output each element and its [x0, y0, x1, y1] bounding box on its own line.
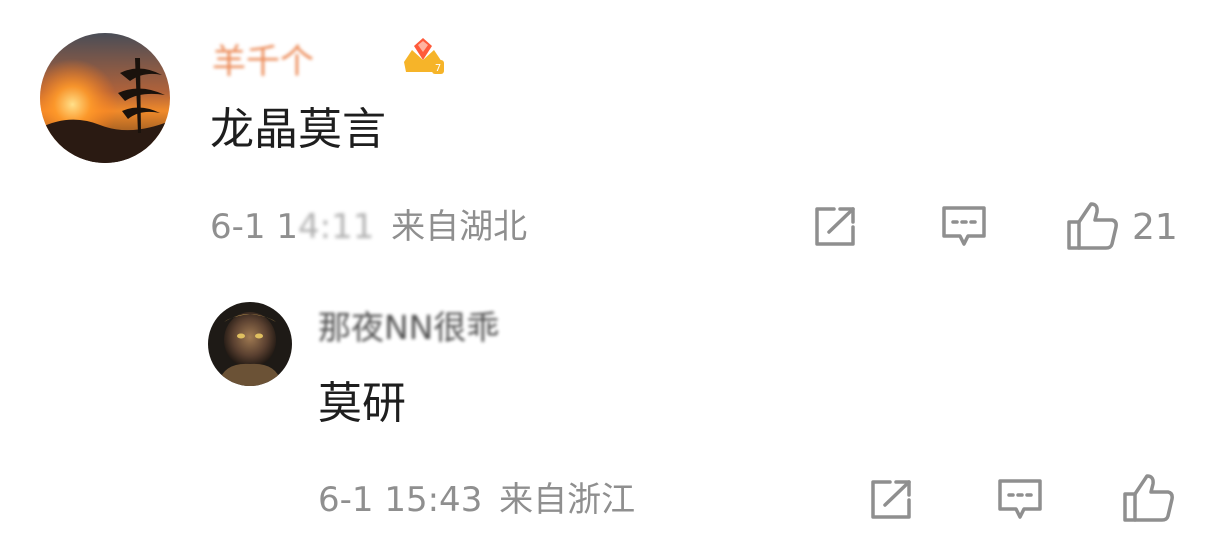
like-button[interactable] — [1122, 472, 1176, 528]
comment-time-obscured: 4:11 — [297, 207, 375, 247]
svg-text:7: 7 — [435, 63, 441, 74]
avatar[interactable] — [40, 33, 170, 163]
comment-text: 龙晶莫言 — [210, 104, 386, 155]
thumbs-up-icon — [1122, 472, 1176, 528]
reply-button[interactable] — [996, 477, 1044, 527]
thumbs-up-icon — [1066, 200, 1120, 256]
comment-meta: 6-1 15:43 来自浙江 — [318, 480, 635, 520]
comment-meta: 6-1 14:11 来自湖北 — [210, 207, 527, 247]
comment-icon — [996, 477, 1044, 527]
comment-time: 6-1 15:43 — [318, 480, 483, 520]
comment-location: 来自湖北 — [391, 207, 528, 247]
share-button[interactable] — [812, 205, 858, 253]
reply-button[interactable] — [940, 204, 988, 254]
avatar[interactable] — [208, 302, 292, 386]
like-count: 21 — [1132, 207, 1178, 248]
comment-icon — [940, 204, 988, 254]
comment-location: 来自浙江 — [499, 480, 636, 520]
like-button[interactable]: 21 — [1066, 200, 1178, 256]
username[interactable]: 那夜NN很乖 — [318, 308, 499, 348]
share-icon — [868, 478, 914, 526]
share-icon — [812, 205, 858, 253]
comment-time: 6-1 1 — [210, 207, 298, 247]
username[interactable]: 羊千个 — [212, 42, 314, 82]
share-button[interactable] — [868, 478, 914, 526]
crown-diamond-badge-icon: 7 — [400, 32, 446, 78]
comment-text: 莫研 — [318, 378, 406, 429]
